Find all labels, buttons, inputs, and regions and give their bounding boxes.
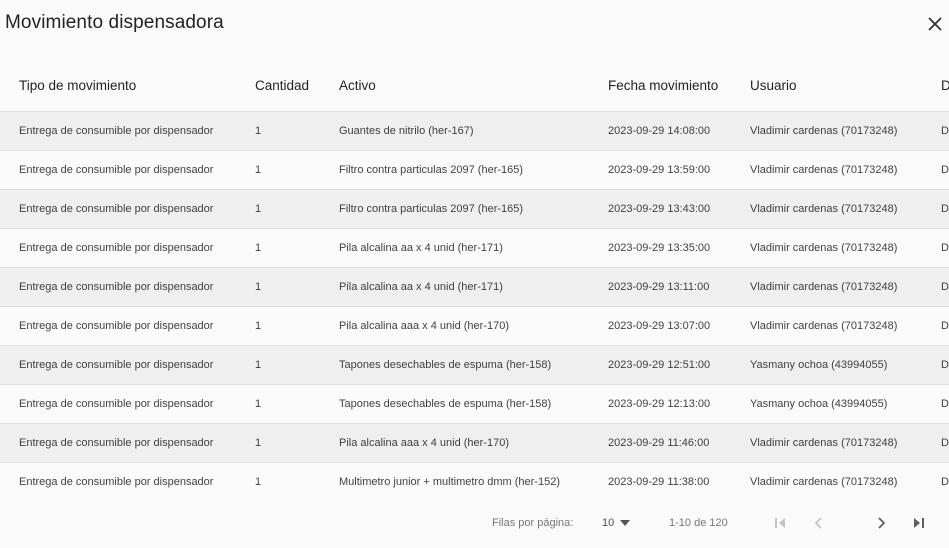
cell-tipo-movimiento: Entrega de consumible por dispensador (0, 306, 255, 346)
page-range-label: 1-10 de 120 (669, 517, 728, 529)
cell-usuario: Vladimir cardenas (70173248) (750, 423, 941, 463)
cell-cantidad: 1 (255, 267, 339, 307)
table-row[interactable]: Entrega de consumible por dispensador 1 Mu… (0, 462, 949, 497)
cell-activo: Tapones desechables de espuma (her-158) (339, 345, 608, 385)
dropdown-arrow-icon (620, 520, 631, 526)
cell-tipo-movimiento: Entrega de consumible por dispensador (0, 345, 255, 385)
table-body: Entrega de consumible por dispensador 1 Gu… (0, 111, 949, 497)
close-icon (928, 17, 942, 31)
first-page-button[interactable] (769, 512, 791, 534)
cell-activo: Pila alcalina aaa x 4 unid (her-170) (339, 306, 608, 346)
cell-fecha-movimiento: 2023-09-29 13:07:00 (608, 306, 750, 346)
cell-cantidad: 1 (255, 306, 339, 346)
cell-fecha-movimiento: 2023-09-29 14:08:00 (608, 111, 750, 151)
cell-truncated: Di (941, 228, 949, 268)
cell-cantidad: 1 (255, 189, 339, 229)
cell-tipo-movimiento: Entrega de consumible por dispensador (0, 423, 255, 463)
cell-fecha-movimiento: 2023-09-29 13:43:00 (608, 189, 750, 229)
column-header-tipo-movimiento[interactable]: Tipo de movimiento (0, 60, 255, 112)
cell-usuario: Yasmany ochoa (43994055) (750, 345, 941, 385)
cell-activo: Guantes de nitrilo (her-167) (339, 111, 608, 151)
table-row[interactable]: Entrega de consumible por dispensador 1 Pi… (0, 306, 949, 346)
cell-cantidad: 1 (255, 462, 339, 497)
cell-tipo-movimiento: Entrega de consumible por dispensador (0, 228, 255, 268)
cell-tipo-movimiento: Entrega de consumible por dispensador (0, 462, 255, 497)
table-row[interactable]: Entrega de consumible por dispensador 1 Pi… (0, 423, 949, 463)
cell-fecha-movimiento: 2023-09-29 11:46:00 (608, 423, 750, 463)
cell-truncated: Di (941, 384, 949, 424)
cell-usuario: Vladimir cardenas (70173248) (750, 267, 941, 307)
cell-cantidad: 1 (255, 384, 339, 424)
movimiento-dispensadora-dialog: Movimiento dispensadora Tipo de movimien… (0, 0, 949, 548)
table-row[interactable]: Entrega de consumible por dispensador 1 Fi… (0, 150, 949, 190)
cell-activo: Pila alcalina aaa x 4 unid (her-170) (339, 423, 608, 463)
cell-fecha-movimiento: 2023-09-29 12:51:00 (608, 345, 750, 385)
cell-usuario: Vladimir cardenas (70173248) (750, 228, 941, 268)
last-page-button[interactable] (908, 512, 930, 534)
column-header-fecha-movimiento[interactable]: Fecha movimiento (608, 60, 750, 112)
column-header-truncated[interactable]: D (941, 60, 949, 112)
movements-table-container[interactable]: Tipo de movimiento Cantidad Activo Fecha… (0, 60, 949, 497)
cell-tipo-movimiento: Entrega de consumible por dispensador (0, 267, 255, 307)
cell-usuario: Yasmany ochoa (43994055) (750, 384, 941, 424)
table-header-row: Tipo de movimiento Cantidad Activo Fecha… (0, 60, 949, 112)
cell-activo: Tapones desechables de espuma (her-158) (339, 384, 608, 424)
cell-tipo-movimiento: Entrega de consumible por dispensador (0, 384, 255, 424)
next-page-button[interactable] (870, 512, 892, 534)
cell-usuario: Vladimir cardenas (70173248) (750, 111, 941, 151)
cell-truncated: Di (941, 423, 949, 463)
cell-cantidad: 1 (255, 150, 339, 190)
cell-fecha-movimiento: 2023-09-29 11:38:00 (608, 462, 750, 497)
table-row[interactable]: Entrega de consumible por dispensador 1 Ta… (0, 384, 949, 424)
rows-per-page-select[interactable]: 10 (602, 517, 631, 529)
cell-usuario: Vladimir cardenas (70173248) (750, 150, 941, 190)
cell-activo: Filtro contra particulas 2097 (her-165) (339, 150, 608, 190)
cell-truncated: Di (941, 150, 949, 190)
cell-tipo-movimiento: Entrega de consumible por dispensador (0, 111, 255, 151)
cell-truncated: Di (941, 189, 949, 229)
pagination-bar: Filas por página: 10 1-10 de 120 (0, 497, 949, 548)
movements-table: Tipo de movimiento Cantidad Activo Fecha… (0, 60, 949, 497)
column-header-usuario[interactable]: Usuario (750, 60, 941, 112)
cell-truncated: Di (941, 462, 949, 497)
rows-per-page-value: 10 (602, 517, 615, 529)
cell-usuario: Vladimir cardenas (70173248) (750, 189, 941, 229)
cell-activo: Pila alcalina aa x 4 unid (her-171) (339, 267, 608, 307)
column-header-cantidad[interactable]: Cantidad (255, 60, 339, 112)
cell-activo: Filtro contra particulas 2097 (her-165) (339, 189, 608, 229)
last-page-icon (914, 518, 924, 528)
cell-usuario: Vladimir cardenas (70173248) (750, 306, 941, 346)
rows-per-page-label: Filas por página: (492, 517, 574, 529)
cell-cantidad: 1 (255, 345, 339, 385)
cell-cantidad: 1 (255, 111, 339, 151)
cell-tipo-movimiento: Entrega de consumible por dispensador (0, 189, 255, 229)
previous-page-icon (814, 517, 822, 529)
cell-truncated: Di (941, 306, 949, 346)
cell-truncated: Di (941, 267, 949, 307)
cell-cantidad: 1 (255, 423, 339, 463)
next-page-icon (878, 517, 886, 529)
cell-cantidad: 1 (255, 228, 339, 268)
previous-page-button[interactable] (808, 512, 830, 534)
cell-truncated: Di (941, 345, 949, 385)
cell-truncated: Di (941, 111, 949, 151)
cell-fecha-movimiento: 2023-09-29 13:35:00 (608, 228, 750, 268)
first-page-icon (775, 518, 785, 528)
close-button[interactable] (922, 11, 948, 37)
cell-activo: Pila alcalina aa x 4 unid (her-171) (339, 228, 608, 268)
table-row[interactable]: Entrega de consumible por dispensador 1 Gu… (0, 111, 949, 151)
cell-activo: Multimetro junior + multimetro dmm (her-… (339, 462, 608, 497)
table-row[interactable]: Entrega de consumible por dispensador 1 Ta… (0, 345, 949, 385)
cell-fecha-movimiento: 2023-09-29 12:13:00 (608, 384, 750, 424)
table-row[interactable]: Entrega de consumible por dispensador 1 Pi… (0, 228, 949, 268)
table-row[interactable]: Entrega de consumible por dispensador 1 Pi… (0, 267, 949, 307)
table-row[interactable]: Entrega de consumible por dispensador 1 Fi… (0, 189, 949, 229)
cell-fecha-movimiento: 2023-09-29 13:11:00 (608, 267, 750, 307)
dialog-title: Movimiento dispensadora (5, 12, 224, 33)
column-header-activo[interactable]: Activo (339, 60, 608, 112)
cell-fecha-movimiento: 2023-09-29 13:59:00 (608, 150, 750, 190)
cell-usuario: Vladimir cardenas (70173248) (750, 462, 941, 497)
cell-tipo-movimiento: Entrega de consumible por dispensador (0, 150, 255, 190)
